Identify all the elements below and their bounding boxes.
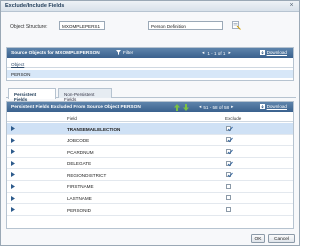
previous-page-icon[interactable]: ◂ <box>199 104 201 110</box>
source-pager-text: 1 - 1 of 1 <box>207 50 226 56</box>
field-name: DELEGATE <box>67 161 92 167</box>
filter-icon <box>116 50 121 55</box>
expand-row-icon[interactable] <box>11 195 15 201</box>
persistent-fields-table: Persistent Fields Excluded From Source O… <box>6 101 294 229</box>
dialog-title: Exclude/Include Fields <box>5 3 65 9</box>
exclude-checkbox[interactable] <box>226 183 231 189</box>
persistent-fields-header: Persistent Fields Excluded From Source O… <box>7 102 293 112</box>
field-name: PCARDNUM <box>67 149 94 155</box>
source-pager: ◂ 1 - 1 of 1 ▸ <box>202 50 231 56</box>
next-page-icon[interactable]: ▸ <box>231 104 233 110</box>
table-row[interactable]: LASTNAME <box>7 193 293 205</box>
long-description-icon[interactable] <box>232 21 241 30</box>
previous-page-icon[interactable]: ◂ <box>202 50 204 56</box>
exclude-checkbox[interactable] <box>226 172 233 178</box>
source-column-header[interactable]: Object <box>7 60 293 68</box>
table-row[interactable]: PERSONID <box>7 204 293 216</box>
filter-label: Filter <box>123 50 134 55</box>
expand-row-icon[interactable] <box>11 172 15 178</box>
filter-button[interactable]: Filter <box>116 50 133 55</box>
field-name: JOBCODE <box>67 138 90 144</box>
expand-row-icon[interactable] <box>11 126 15 131</box>
expand-row-icon[interactable] <box>11 183 15 189</box>
download-link[interactable]: Download <box>259 104 287 109</box>
table-row[interactable]: PCARDNUM <box>7 146 293 158</box>
object-structure-field[interactable]: MXOMPLEPERS1 <box>59 21 105 30</box>
table-row[interactable]: FIRSTNAME <box>7 181 293 193</box>
arrow-down-icon[interactable] <box>183 103 189 111</box>
table-row[interactable]: DELEGATE <box>7 158 293 170</box>
tab-persistent-fields[interactable]: Persistent Fields <box>8 88 56 102</box>
exclude-checkbox[interactable] <box>226 160 233 166</box>
table-row[interactable]: TRANSEMAILELECTION <box>7 123 293 135</box>
table-row[interactable]: PERSON <box>7 70 293 78</box>
download-label: Download <box>266 104 287 109</box>
expand-row-icon[interactable] <box>11 160 15 166</box>
fields-rows: TRANSEMAILELECTION JOBCODE PCARDNUM DELE… <box>7 123 293 216</box>
download-label: Download <box>266 50 287 55</box>
field-column-label[interactable]: Field <box>67 116 77 121</box>
row-arrows <box>174 103 189 111</box>
arrow-up-icon[interactable] <box>174 103 180 111</box>
expand-row-icon[interactable] <box>11 149 15 155</box>
exclude-checkbox[interactable] <box>226 195 231 201</box>
source-objects-table: Source Objects for MXOMPLEPERSON Filter … <box>6 47 294 81</box>
exclude-checkbox[interactable] <box>226 137 233 143</box>
exclude-checkbox[interactable] <box>226 206 231 212</box>
object-structure-row: Object Structure: MXOMPLEPERS1 Person De… <box>1 21 299 31</box>
exclude-column-label[interactable]: Exclude <box>225 116 241 121</box>
source-objects-title: Source Objects for MXOMPLEPERSON <box>11 50 100 56</box>
expand-row-icon[interactable] <box>11 207 15 213</box>
object-description-field[interactable]: Person Definition <box>148 21 223 30</box>
field-name: REGIONDISTRICT <box>67 172 107 178</box>
field-name: LASTNAME <box>67 196 92 202</box>
fields-pager: ◂ 51 - 58 of 58 ▸ <box>199 104 233 110</box>
close-icon[interactable]: × <box>288 2 295 10</box>
exclude-checkbox[interactable] <box>226 148 233 155</box>
object-structure-label: Object Structure: <box>10 24 48 30</box>
download-link[interactable]: Download <box>259 50 287 55</box>
field-name: PERSONID <box>67 207 91 213</box>
table-row[interactable]: REGIONDISTRICT <box>7 169 293 181</box>
download-icon <box>259 50 265 55</box>
tab-non-persistent-fields[interactable]: Non-Persistent Fields <box>58 88 112 102</box>
expand-row-icon[interactable] <box>11 137 15 143</box>
cancel-button[interactable]: Cancel <box>268 234 295 243</box>
fields-pager-text: 51 - 58 of 58 <box>203 104 230 110</box>
download-icon <box>259 104 265 109</box>
field-name: FIRSTNAME <box>67 184 94 190</box>
object-column-label: Object <box>11 61 25 67</box>
fields-column-header: Field Exclude <box>7 114 293 122</box>
field-tabs: Persistent Fields Non-Persistent Fields <box>6 88 296 102</box>
table-row[interactable]: JOBCODE <box>7 135 293 147</box>
source-objects-header: Source Objects for MXOMPLEPERSON Filter … <box>7 48 293 58</box>
next-page-icon[interactable]: ▸ <box>228 50 230 56</box>
object-name: PERSON <box>11 71 31 77</box>
field-name: TRANSEMAILELECTION <box>67 126 121 132</box>
dialog-titlebar: Exclude/Include Fields × <box>1 1 299 12</box>
exclude-checkbox[interactable] <box>226 125 233 132</box>
ok-button[interactable]: OK <box>251 234 265 243</box>
exclude-include-fields-dialog: Exclude/Include Fields × Object Structur… <box>0 0 300 246</box>
persistent-fields-title: Persistent Fields Excluded From Source O… <box>11 104 141 110</box>
